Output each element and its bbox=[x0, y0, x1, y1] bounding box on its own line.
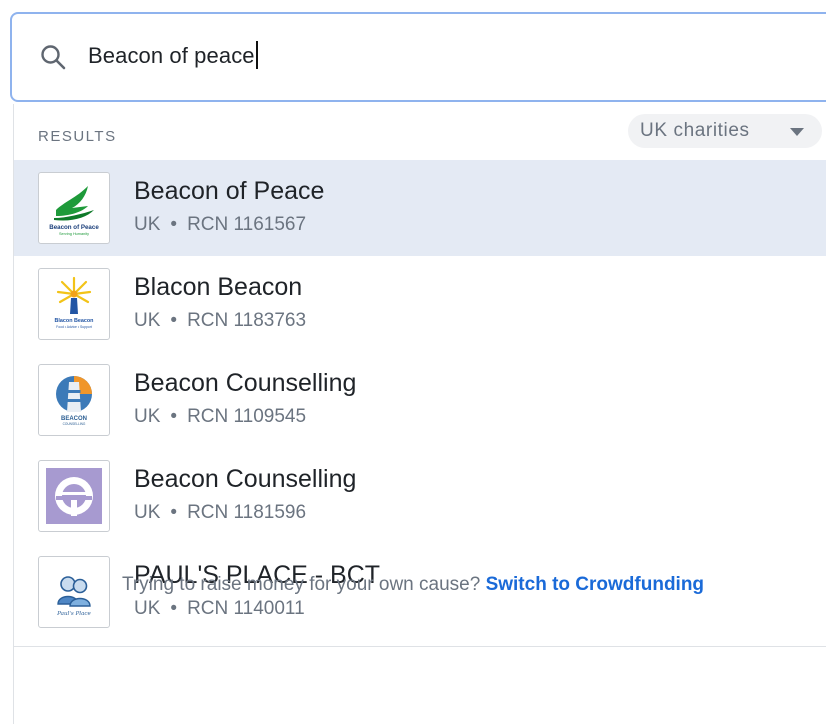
svg-text:COUNSELLING: COUNSELLING bbox=[63, 422, 86, 426]
svg-text:Paul's Place: Paul's Place bbox=[56, 611, 91, 617]
result-meta: UK • RCN 1183763 bbox=[134, 310, 307, 331]
beacon-counselling-purple-logo bbox=[38, 460, 110, 532]
beacon-of-peace-logo: Beacon of Peace Serving Humanity bbox=[38, 172, 110, 244]
beacon-counselling-lighthouse-logo: BEACON COUNSELLING bbox=[38, 364, 110, 436]
filter-selected-label: UK charities bbox=[640, 120, 750, 141]
footer-divider bbox=[14, 646, 826, 647]
text-cursor bbox=[255, 41, 258, 70]
result-name: Blacon Beacon bbox=[134, 273, 303, 301]
results-panel: RESULTS UK charities Beacon of Peace Ser… bbox=[13, 104, 826, 724]
result-row[interactable]: BEACON COUNSELLING Beacon Counselling UK… bbox=[14, 352, 826, 448]
switch-to-crowdfunding-link[interactable]: Switch to Crowdfunding bbox=[486, 574, 704, 595]
svg-text:Food • Advice • Support: Food • Advice • Support bbox=[56, 325, 92, 329]
result-name: Beacon Counselling bbox=[134, 369, 357, 397]
svg-text:Beacon of Peace: Beacon of Peace bbox=[49, 224, 99, 231]
chevron-down-icon bbox=[790, 128, 804, 136]
result-meta: UK • RCN 1109545 bbox=[134, 406, 307, 427]
result-row[interactable]: Beacon of Peace Serving Humanity Beacon … bbox=[14, 160, 826, 256]
result-meta: UK • RCN 1181596 bbox=[134, 502, 307, 523]
search-input[interactable]: Beacon of peace bbox=[88, 41, 258, 71]
result-row[interactable]: Beacon Counselling UK • RCN 1181596 bbox=[14, 448, 826, 544]
result-meta: UK • RCN 1140011 bbox=[134, 598, 305, 619]
results-list: Beacon of Peace Serving Humanity Beacon … bbox=[14, 160, 826, 640]
result-name: Beacon of Peace bbox=[134, 177, 325, 205]
crowdfunding-footer: Trying to raise money for your own cause… bbox=[0, 574, 826, 596]
svg-text:Blacon Beacon: Blacon Beacon bbox=[55, 318, 94, 324]
search-box[interactable]: Beacon of peace bbox=[10, 12, 826, 102]
results-header: RESULTS bbox=[38, 128, 117, 145]
svg-text:Serving Humanity: Serving Humanity bbox=[59, 232, 89, 236]
result-meta: UK • RCN 1161567 bbox=[134, 214, 307, 235]
result-name: Beacon Counselling bbox=[134, 465, 357, 493]
result-row[interactable]: Blacon Beacon Food • Advice • Support Bl… bbox=[14, 256, 826, 352]
search-icon bbox=[40, 44, 66, 70]
footer-prompt: Trying to raise money for your own cause… bbox=[121, 574, 481, 595]
blacon-beacon-logo: Blacon Beacon Food • Advice • Support bbox=[38, 268, 110, 340]
charity-filter-dropdown[interactable]: UK charities bbox=[628, 114, 822, 148]
